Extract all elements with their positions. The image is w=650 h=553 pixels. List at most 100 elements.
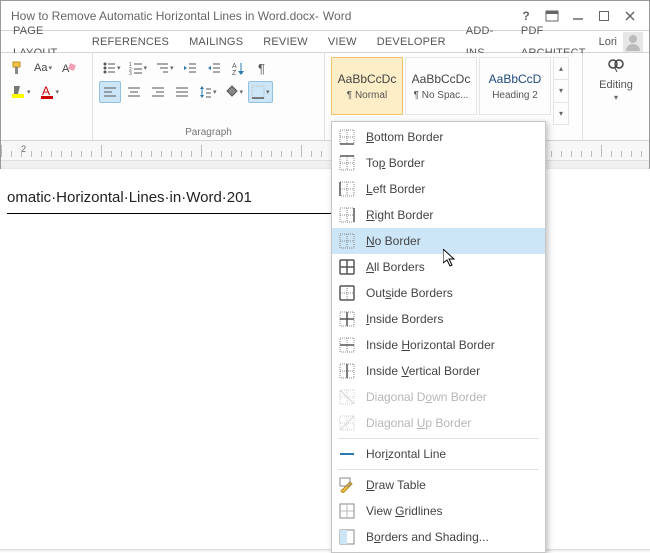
avatar-icon [623, 32, 643, 52]
menu-item-label: All Borders [366, 260, 425, 274]
menu-item-no-border[interactable]: No Border [332, 228, 545, 254]
sort-button[interactable]: AZ [227, 57, 249, 79]
ribbon-tabs: Page Layout References Mailings Review V… [1, 31, 649, 53]
menu-item-inside-borders[interactable]: Inside Borders [332, 306, 545, 332]
border-icon [338, 284, 356, 302]
border-icon [338, 206, 356, 224]
tab-references[interactable]: References [82, 31, 179, 53]
clear-format-button[interactable]: A [57, 57, 79, 79]
menu-separator [338, 469, 539, 470]
svg-text:Z: Z [232, 70, 237, 75]
align-left-button[interactable] [99, 81, 121, 103]
menu-item-label: Outside Borders [366, 286, 453, 300]
menu-item-label: View Gridlines [366, 504, 443, 518]
increase-indent-button[interactable] [203, 57, 225, 79]
styles-more-button[interactable]: ▴ ▾ ▾ [553, 57, 569, 125]
scroll-up-icon: ▴ [554, 58, 568, 80]
bullets-button[interactable]: ▾ [99, 57, 124, 79]
decrease-indent-button[interactable] [179, 57, 201, 79]
numbering-button[interactable]: 123▾ [126, 57, 151, 79]
svg-text:A: A [232, 63, 237, 70]
style-no-spacing[interactable]: AaBbCcDc ¶ No Spac... [405, 57, 477, 115]
font-case-button[interactable]: Aa▾ [31, 57, 55, 79]
font-color-button[interactable]: A▾ [36, 81, 63, 103]
multilevel-button[interactable]: ▾ [152, 57, 177, 79]
menu-item-all-borders[interactable]: All Borders [332, 254, 545, 280]
border-icon [338, 388, 356, 406]
menu-item-label: Borders and Shading... [366, 530, 489, 544]
borders-menu: Bottom Border Top Border Left Border Right … [331, 121, 546, 553]
scroll-down-icon: ▾ [554, 80, 568, 102]
menu-item-diagonal-up-border: Diagonal Up Border [332, 410, 545, 436]
find-icon [606, 57, 626, 77]
menu-item-label: Bottom Border [366, 130, 443, 144]
document-text[interactable]: omatic·Horizontal·Lines·in·Word·201 [7, 189, 645, 214]
tab-view[interactable]: View [318, 31, 367, 53]
border-icon [338, 362, 356, 380]
close-button[interactable] [617, 6, 643, 26]
style-heading-2[interactable]: AaBbCcD Heading 2 [479, 57, 551, 115]
document-area[interactable]: omatic·Horizontal·Lines·in·Word·201 [1, 161, 649, 530]
justify-button[interactable] [171, 81, 193, 103]
menu-item-label: Inside Borders [366, 312, 443, 326]
format-painter-button[interactable] [7, 57, 29, 79]
menu-item-bottom-border[interactable]: Bottom Border [332, 124, 545, 150]
menu-item-borders-and-shading[interactable]: Borders and Shading... [332, 524, 545, 550]
border-icon [338, 445, 356, 463]
editing-label: Editing [599, 79, 633, 91]
tab-developer[interactable]: Developer [367, 31, 456, 53]
paragraph-group-label: Paragraph [99, 125, 318, 138]
shading-button[interactable]: ▾ [222, 81, 247, 103]
border-icon [338, 414, 356, 432]
border-icon [338, 154, 356, 172]
tab-review[interactable]: Review [253, 31, 318, 53]
menu-item-outside-borders[interactable]: Outside Borders [332, 280, 545, 306]
borders-button[interactable]: ▾ [248, 81, 273, 103]
menu-item-label: Diagonal Down Border [366, 390, 487, 404]
menu-item-label: Left Border [366, 182, 425, 196]
menu-item-right-border[interactable]: Right Border [332, 202, 545, 228]
editing-group[interactable]: Editing ▾ [589, 57, 643, 102]
style-normal[interactable]: AaBbCcDc ¶ Normal [331, 57, 403, 115]
menu-item-label: Inside Vertical Border [366, 364, 480, 378]
svg-text:3: 3 [129, 71, 132, 75]
border-icon [338, 310, 356, 328]
tab-mailings[interactable]: Mailings [179, 31, 253, 53]
menu-item-label: Right Border [366, 208, 433, 222]
menu-separator [338, 438, 539, 439]
menu-item-label: Horizontal Line [366, 447, 446, 461]
align-center-button[interactable] [123, 81, 145, 103]
border-icon [338, 232, 356, 250]
ruler[interactable]: 2 7 [1, 141, 649, 161]
menu-item-top-border[interactable]: Top Border [332, 150, 545, 176]
ribbon: Aa▾ A ▾ A▾ ▾ [1, 53, 649, 141]
border-icon [338, 476, 356, 494]
border-icon [338, 180, 356, 198]
user-account[interactable]: Lori [599, 32, 647, 52]
menu-item-horizontal-line[interactable]: Horizontal Line [332, 441, 545, 467]
style-gallery: AaBbCcDc ¶ Normal AaBbCcDc ¶ No Spac... … [331, 57, 571, 125]
show-marks-button[interactable]: ¶ [251, 57, 273, 79]
expand-icon: ▾ [554, 103, 568, 124]
horizontal-line [7, 213, 367, 214]
menu-item-left-border[interactable]: Left Border [332, 176, 545, 202]
border-icon [338, 258, 356, 276]
user-name: Lori [599, 36, 617, 48]
border-icon [338, 336, 356, 354]
border-icon [338, 528, 356, 546]
svg-text:A: A [42, 84, 50, 98]
menu-item-view-gridlines[interactable]: View Gridlines [332, 498, 545, 524]
border-icon [338, 128, 356, 146]
border-icon [338, 502, 356, 520]
menu-item-label: No Border [366, 234, 421, 248]
menu-item-label: Diagonal Up Border [366, 416, 471, 430]
line-spacing-button[interactable]: ▾ [195, 81, 220, 103]
align-right-button[interactable] [147, 81, 169, 103]
menu-item-label: Inside Horizontal Border [366, 338, 495, 352]
page: omatic·Horizontal·Lines·in·Word·201 [0, 169, 650, 549]
menu-item-label: Top Border [366, 156, 425, 170]
menu-item-inside-horizontal-border[interactable]: Inside Horizontal Border [332, 332, 545, 358]
menu-item-draw-table[interactable]: Draw Table [332, 472, 545, 498]
menu-item-inside-vertical-border[interactable]: Inside Vertical Border [332, 358, 545, 384]
highlight-button[interactable]: ▾ [7, 81, 34, 103]
